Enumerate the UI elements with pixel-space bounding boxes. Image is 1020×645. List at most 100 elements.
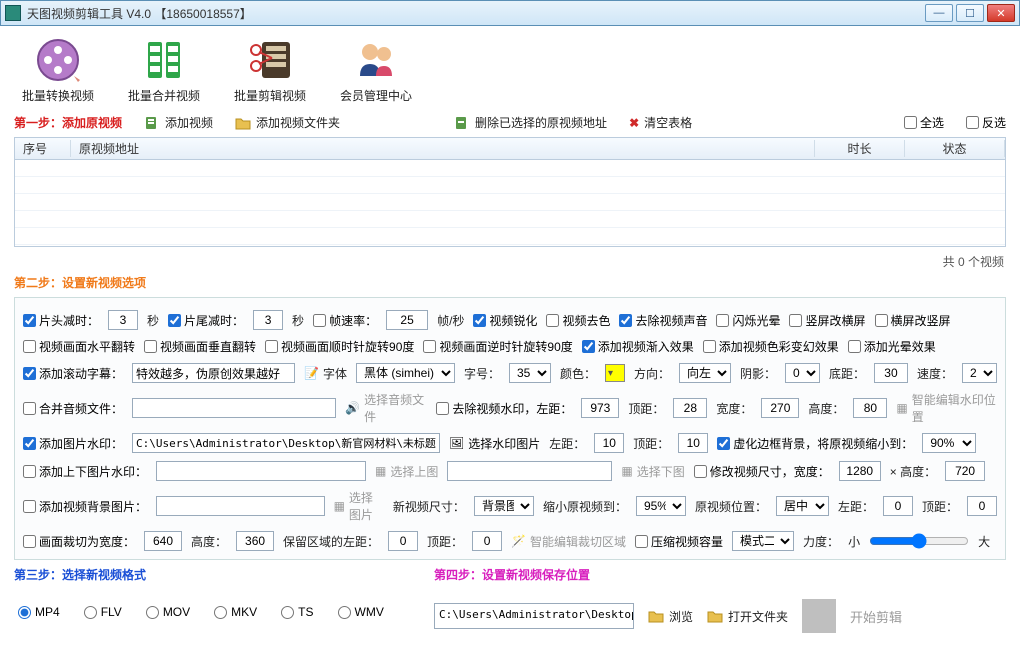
bg-top-input[interactable] [967,496,997,516]
batch-convert-button[interactable]: 批量转换视频 [22,36,94,104]
format-mkv[interactable]: MKV [214,605,257,619]
compress-checkbox[interactable]: 压缩视频容量 [635,533,723,550]
format-mov[interactable]: MOV [146,605,190,619]
browse-button[interactable]: 浏览 [648,608,693,625]
keep-left-input[interactable] [388,531,418,551]
color-picker[interactable] [605,364,625,382]
batch-merge-button[interactable]: 批量合并视频 [128,36,200,104]
sharpen-checkbox[interactable]: 视频锐化 [473,312,537,329]
h2v-checkbox[interactable]: 横屏改竖屏 [875,312,951,329]
remove-watermark-checkbox[interactable]: 去除视频水印，左距： [436,400,572,417]
subtitle-text-input[interactable] [132,363,295,383]
font-size-select[interactable]: 35 [509,363,551,383]
position-select[interactable]: 居中 [776,496,829,516]
resize-checkbox[interactable]: 修改视频尺寸，宽度： [694,463,830,480]
shadow-select[interactable]: 0 [785,363,820,383]
bg-path-input[interactable] [156,496,325,516]
shrink-select[interactable]: 90% [922,433,976,453]
maximize-button[interactable]: ☐ [956,4,984,22]
flip-v-checkbox[interactable]: 视频画面垂直翻转 [144,338,256,355]
member-center-button[interactable]: 会员管理中心 [340,36,412,104]
flash-checkbox[interactable]: 闪烁光晕 [716,312,780,329]
image-icon: ▦ [375,464,386,478]
clear-table-button[interactable]: ✖ 清空表格 [629,114,692,131]
resize-w-input[interactable] [839,461,881,481]
direction-select[interactable]: 向左 [679,363,731,383]
font-select[interactable]: 黑体 (simhei) [356,363,455,383]
rotate-ccw-checkbox[interactable]: 视频画面逆时针旋转90度 [423,338,572,355]
bg-left-input[interactable] [883,496,913,516]
title-bar: 天图视频剪辑工具 V4.0 【18650018557】 — ☐ ✕ [0,0,1020,26]
scroll-subtitle-checkbox[interactable]: 添加滚动字幕： [23,365,123,382]
wm-img-left-input[interactable] [594,433,624,453]
trim-head-input[interactable] [108,310,138,330]
fps-checkbox[interactable]: 帧速率： [313,312,377,329]
insert-fx-checkbox[interactable]: 添加视频渐入效果 [582,338,694,355]
crop-h-input[interactable] [236,531,274,551]
add-image-wm-checkbox[interactable]: 添加图片水印： [23,435,123,452]
save-path-input[interactable]: C:\Users\Administrator\Desktop\ [434,603,634,629]
tb-wm-path2-input[interactable] [447,461,612,481]
crop-w-input[interactable] [144,531,182,551]
wm-top-input[interactable] [673,398,707,418]
halo-fx-checkbox[interactable]: 添加光晕效果 [848,338,936,355]
bottom-dist-input[interactable] [874,363,908,383]
film-reel-icon [34,36,82,84]
wm-width-input[interactable] [761,398,799,418]
batch-edit-button[interactable]: 批量剪辑视频 [234,36,306,104]
format-ts[interactable]: TS [281,605,313,619]
toolbar-label: 会员管理中心 [340,87,412,104]
start-edit-button[interactable]: 开始剪辑 [850,607,902,626]
resize-h-input[interactable] [945,461,985,481]
open-folder-button[interactable]: 打开文件夹 [707,608,788,625]
select-all-checkbox[interactable]: 全选 [904,114,944,131]
audio-path-input[interactable] [132,398,336,418]
format-wmv[interactable]: WMV [338,605,384,619]
invert-selection-checkbox[interactable]: 反选 [966,114,1006,131]
remove-audio-checkbox[interactable]: 去除视频声音 [619,312,707,329]
shrink-orig-select[interactable]: 95% [636,496,686,516]
blur-border-checkbox[interactable]: 虚化边框背景，将原视频缩小到： [717,435,913,452]
close-button[interactable]: ✕ [987,4,1015,22]
wm-img-top-input[interactable] [678,433,708,453]
col-seq[interactable]: 序号 [15,140,71,157]
color-fx-checkbox[interactable]: 添加视频色彩变幻效果 [703,338,839,355]
image-icon: ▦ [621,464,632,478]
add-folder-button[interactable]: 添加视频文件夹 [235,114,340,131]
trim-tail-checkbox[interactable]: 片尾减时： [168,312,244,329]
rotate-cw-checkbox[interactable]: 视频画面顺时针旋转90度 [265,338,414,355]
trim-tail-input[interactable] [253,310,283,330]
wm-left-input[interactable] [581,398,619,418]
desaturate-checkbox[interactable]: 视频去色 [546,312,610,329]
crop-checkbox[interactable]: 画面裁切为宽度： [23,533,135,550]
speed-select[interactable]: 2 [962,363,997,383]
folder-icon [707,608,723,624]
minimize-button[interactable]: — [925,4,953,22]
keep-top-input[interactable] [472,531,502,551]
col-status[interactable]: 状态 [905,140,1005,157]
wm-height-input[interactable] [853,398,887,418]
options-panel: 片头减时： 秒 片尾减时： 秒 帧速率： 帧/秒 视频锐化 视频去色 去除视频声… [14,297,1006,560]
strength-slider[interactable] [869,533,969,549]
add-tb-wm-checkbox[interactable]: 添加上下图片水印： [23,463,147,480]
font-picker-button[interactable]: 📝字体 [304,365,347,382]
format-mp4[interactable]: MP4 [18,605,60,619]
table-body[interactable] [15,160,1005,246]
add-video-button[interactable]: 添加视频 [144,114,213,131]
col-path[interactable]: 原视频地址 [71,140,815,157]
col-duration[interactable]: 时长 [815,140,905,157]
v2h-checkbox[interactable]: 竖屏改横屏 [789,312,865,329]
select-wm-image-button[interactable]: 🖼选择水印图片 [449,435,540,452]
wm-path-input[interactable] [132,433,440,453]
format-flv[interactable]: FLV [84,605,122,619]
trim-head-checkbox[interactable]: 片头减时： [23,312,99,329]
toolbar-label: 批量剪辑视频 [234,87,306,104]
tb-wm-path-input[interactable] [156,461,366,481]
flip-h-checkbox[interactable]: 视频画面水平翻转 [23,338,135,355]
compress-mode-select[interactable]: 模式二 [732,531,794,551]
fps-input[interactable] [386,310,428,330]
delete-selected-button[interactable]: 删除已选择的原视频地址 [454,114,607,131]
add-bg-checkbox[interactable]: 添加视频背景图片： [23,498,147,515]
merge-audio-checkbox[interactable]: 合并音频文件： [23,400,123,417]
new-size-select[interactable]: 背景图 [474,496,534,516]
